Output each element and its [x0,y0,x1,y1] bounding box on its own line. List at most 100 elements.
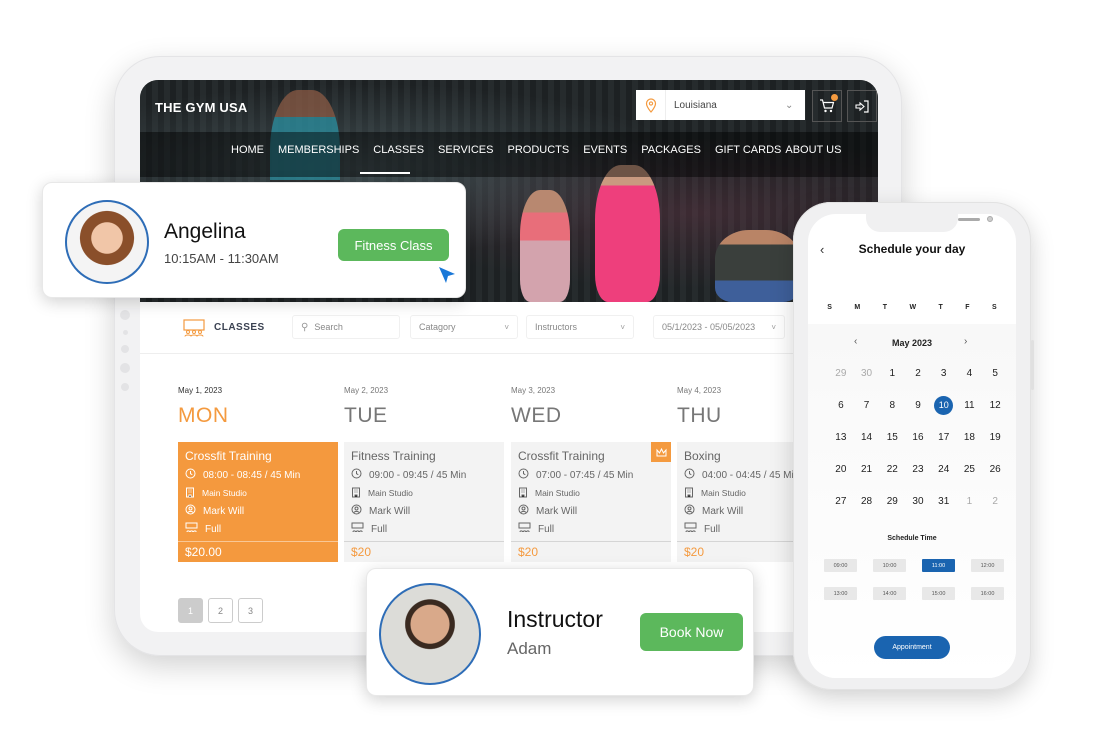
nav-products[interactable]: PRODUCTS [507,144,569,156]
booking-time: 10:15AM - 11:30AM [164,251,279,266]
calendar-day[interactable]: 21 [854,460,880,480]
category-select[interactable]: Catagory ˅ [410,315,518,339]
phone-side-button [1031,340,1034,390]
calendar-day[interactable]: 19 [982,428,1008,448]
instructor-name: Adam [507,639,552,658]
calendar-day[interactable]: 29 [828,364,854,384]
nav-classes[interactable]: CLASSES [373,144,424,156]
class-studio: Main Studio [535,488,580,498]
time-slot[interactable]: 12:00 [971,559,1004,572]
calendar-day[interactable]: 2 [905,364,931,384]
next-month-icon[interactable]: › [964,336,967,347]
nav-services[interactable]: SERVICES [438,144,493,156]
class-card[interactable]: Fitness Training 09:00 - 09:45 / 45 Min … [344,442,504,562]
time-slot[interactable]: 14:00 [873,587,906,600]
nav-events[interactable]: EVENTS [583,144,627,156]
class-time: 08:00 - 08:45 / 45 Min [203,469,301,481]
tablet-screen: THE GYM USA Louisiana ⌄ HOME MEMBERSHIPS… [140,80,878,632]
calendar-day[interactable]: 24 [931,460,957,480]
date-range-select[interactable]: 05/1/2023 - 05/05/2023 ˅ [653,315,785,339]
location-select[interactable]: Louisiana ⌄ [636,90,805,120]
calendar-day[interactable]: 1 [879,364,905,384]
calendar-day[interactable]: 25 [957,460,983,480]
search-icon: ⚲ [301,321,309,333]
nav-about-us[interactable]: ABOUT US [785,144,841,156]
class-time: 04:00 - 04:45 / 45 Min [702,469,800,481]
time-slot[interactable]: 13:00 [824,587,857,600]
calendar-day[interactable]: 18 [957,428,983,448]
time-slot[interactable]: 10:00 [873,559,906,572]
phone-title: Schedule your day [858,242,966,256]
calendar-day[interactable]: 30 [905,492,931,512]
page-1-button[interactable]: 1 [178,598,203,623]
hero-image-person [595,165,660,302]
calendar-day[interactable]: 26 [982,460,1008,480]
user-icon [518,504,536,518]
calendar-day[interactable]: 9 [905,396,931,416]
calendar-day[interactable]: 1 [957,492,983,512]
calendar-day[interactable]: 12 [982,396,1008,416]
calendar-day[interactable]: 3 [931,364,957,384]
brand-logo[interactable]: THE GYM USA [155,100,247,115]
date-range-value: 05/1/2023 - 05/05/2023 [662,322,756,332]
calendar-day[interactable]: 7 [854,396,880,416]
seats-icon [185,522,205,536]
nav-packages[interactable]: PACKAGES [641,144,701,156]
calendar-day[interactable]: 17 [931,428,957,448]
calendar-day[interactable]: 28 [854,492,880,512]
hero-image-person [520,190,570,302]
calendar-day[interactable]: 11 [957,396,983,416]
camera-icon [987,216,993,222]
nav-gift-cards[interactable]: GIFT CARDS [715,144,781,156]
calendar-day[interactable]: 6 [828,396,854,416]
login-button[interactable] [847,90,877,122]
fitness-class-button[interactable]: Fitness Class [338,229,449,261]
page-3-button[interactable]: 3 [238,598,263,623]
weekday-header: S M T W T F S [808,304,1016,311]
time-slot[interactable]: 16:00 [971,587,1004,600]
cart-button[interactable] [812,90,842,122]
weekday-label: T [882,304,887,311]
calendar-day[interactable]: 2 [982,492,1008,512]
appointment-button[interactable]: Appointment [874,636,950,659]
calendar-day[interactable]: 16 [905,428,931,448]
time-slot[interactable]: 11:00 [922,559,955,572]
calendar-day[interactable]: 5 [982,364,1008,384]
calendar-day[interactable]: 15 [879,428,905,448]
calendar-day[interactable]: 13 [828,428,854,448]
cart-icon [820,99,835,113]
class-card[interactable]: Crossfit Training 08:00 - 08:45 / 45 Min… [178,442,338,562]
calendar-day[interactable]: 23 [905,460,931,480]
calendar-day[interactable]: 14 [854,428,880,448]
chevron-down-icon: ˅ [504,322,509,332]
category-value: Catagory [419,322,456,332]
calendar-day[interactable]: 8 [879,396,905,416]
book-now-button[interactable]: Book Now [640,613,743,651]
nav-home[interactable]: HOME [231,144,264,156]
class-title: Crossfit Training [518,449,605,463]
main-nav: HOME MEMBERSHIPS CLASSES SERVICES PRODUC… [231,144,855,156]
calendar-day[interactable]: 29 [879,492,905,512]
page-2-button[interactable]: 2 [208,598,233,623]
time-slot[interactable]: 09:00 [824,559,857,572]
class-card[interactable]: Crossfit Training 07:00 - 07:45 / 45 Min… [511,442,671,562]
nav-memberships[interactable]: MEMBERSHIPS [278,144,359,156]
calendar-day[interactable]: 22 [879,460,905,480]
time-slot[interactable]: 15:00 [922,587,955,600]
crown-icon [651,442,671,462]
class-studio: Main Studio [701,488,746,498]
class-title: Crossfit Training [185,449,272,463]
back-chevron-icon[interactable]: ‹ [820,242,824,257]
instructors-select[interactable]: Instructors ˅ [526,315,634,339]
calendar-day[interactable]: 4 [957,364,983,384]
class-title: Fitness Training [351,449,436,463]
search-input[interactable]: ⚲ Search [292,315,400,339]
class-instructor: Mark Will [369,505,411,517]
calendar-day-selected[interactable]: 10 [934,396,954,415]
phone-notch [866,214,993,232]
calendar-day[interactable]: 20 [828,460,854,480]
time-slots: 09:00 10:00 11:00 12:00 13:00 14:00 15:00 16:00 [824,559,1004,600]
calendar-day[interactable]: 30 [854,364,880,384]
calendar-day[interactable]: 31 [931,492,957,512]
calendar-day[interactable]: 27 [828,492,854,512]
